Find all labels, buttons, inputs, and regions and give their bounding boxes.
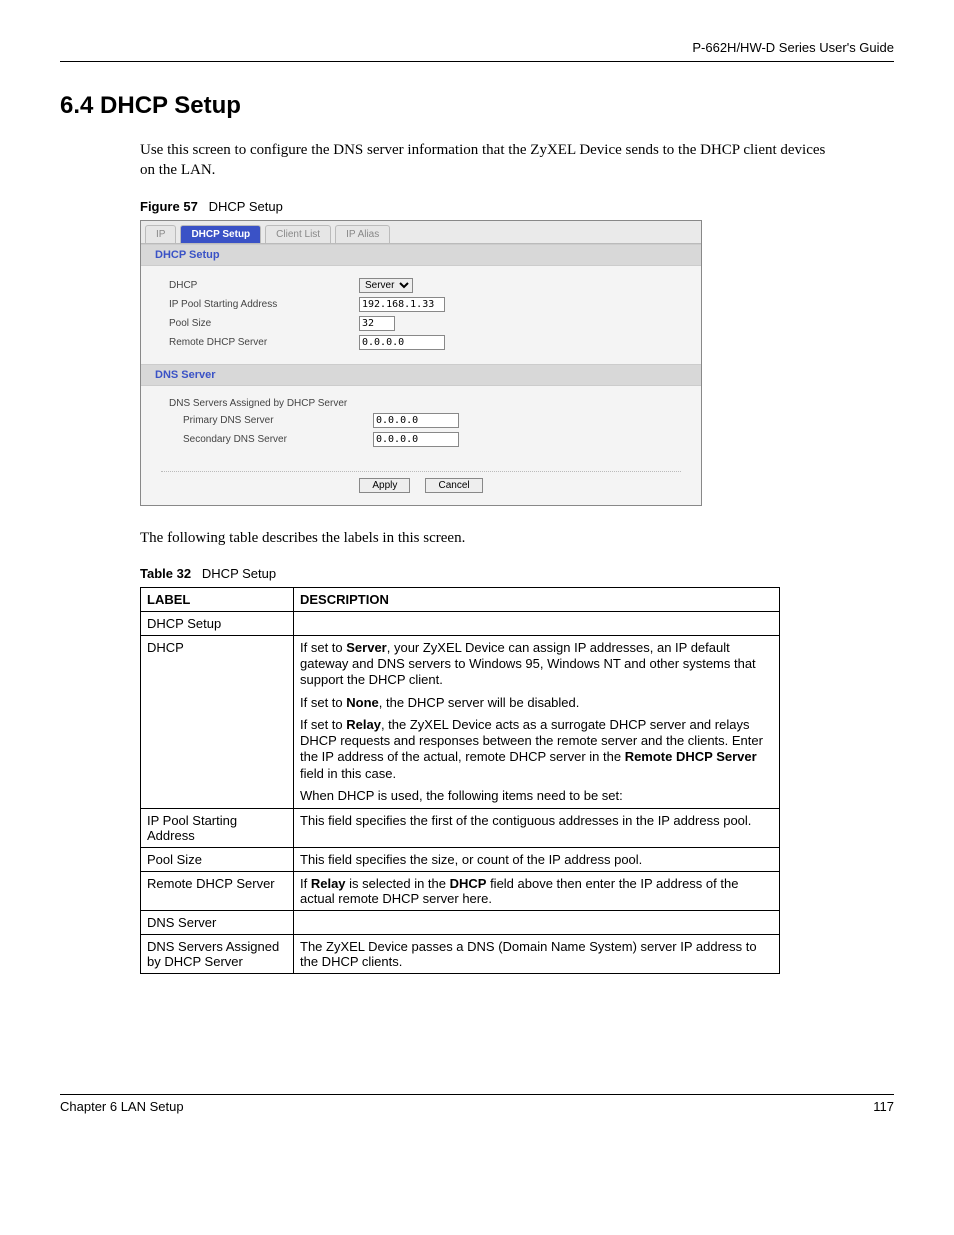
table-caption: Table 32 DHCP Setup	[140, 566, 894, 581]
table-row: IP Pool Starting Address This field spec…	[141, 809, 780, 848]
ip-pool-start-label: IP Pool Starting Address	[169, 299, 359, 310]
section-bar-dns-server: DNS Server	[141, 364, 701, 386]
table-row: Remote DHCP Server If Relay is selected …	[141, 872, 780, 911]
footer-page-number: 117	[873, 1099, 894, 1114]
dhcp-setup-screenshot: IP DHCP Setup Client List IP Alias DHCP …	[140, 220, 702, 506]
tab-dhcp-setup[interactable]: DHCP Setup	[180, 225, 261, 243]
after-figure-paragraph: The following table describes the labels…	[140, 528, 834, 548]
cell-label: DHCP Setup	[141, 611, 294, 635]
figure-label: Figure 57	[140, 199, 198, 214]
figure-title: DHCP Setup	[209, 199, 283, 214]
tab-ip-alias[interactable]: IP Alias	[335, 225, 390, 243]
cell-desc: The ZyXEL Device passes a DNS (Domain Na…	[294, 935, 780, 974]
cell-label: DNS Servers Assigned by DHCP Server	[141, 935, 294, 974]
section-bar-dhcp-setup: DHCP Setup	[141, 244, 701, 266]
remote-dhcp-input[interactable]	[359, 335, 445, 350]
table-row: DNS Servers Assigned by DHCP Server The …	[141, 935, 780, 974]
secondary-dns-label: Secondary DNS Server	[169, 434, 373, 445]
cell-desc: This field specifies the size, or count …	[294, 848, 780, 872]
secondary-dns-input[interactable]	[373, 432, 459, 447]
primary-dns-input[interactable]	[373, 413, 459, 428]
th-label: LABEL	[141, 587, 294, 611]
table-title: DHCP Setup	[202, 566, 276, 581]
dhcp-label: DHCP	[169, 280, 359, 291]
table-row: DHCP If set to Server, your ZyXEL Device…	[141, 635, 780, 808]
remote-dhcp-label: Remote DHCP Server	[169, 337, 359, 348]
pool-size-label: Pool Size	[169, 318, 359, 329]
dns-server-form: DNS Servers Assigned by DHCP Server Prim…	[141, 386, 701, 461]
cell-desc	[294, 911, 780, 935]
ip-pool-start-input[interactable]	[359, 297, 445, 312]
primary-dns-label: Primary DNS Server	[169, 415, 373, 426]
pool-size-input[interactable]	[359, 316, 395, 331]
footer-chapter: Chapter 6 LAN Setup	[60, 1099, 184, 1114]
cell-label: Pool Size	[141, 848, 294, 872]
cell-label: Remote DHCP Server	[141, 872, 294, 911]
dhcp-select[interactable]: Server	[359, 278, 413, 293]
table-row: DNS Server	[141, 911, 780, 935]
guide-title: P-662H/HW-D Series User's Guide	[60, 40, 894, 55]
tab-client-list[interactable]: Client List	[265, 225, 331, 243]
cancel-button[interactable]: Cancel	[425, 478, 482, 493]
dns-assigned-label: DNS Servers Assigned by DHCP Server	[169, 398, 347, 409]
cell-label: DNS Server	[141, 911, 294, 935]
dhcp-setup-form: DHCP Server IP Pool Starting Address Poo…	[141, 266, 701, 364]
section-heading: 6.4 DHCP Setup	[60, 92, 894, 120]
cell-desc: If Relay is selected in the DHCP field a…	[294, 872, 780, 911]
table-row: Pool Size This field specifies the size,…	[141, 848, 780, 872]
table-row: DHCP Setup	[141, 611, 780, 635]
button-row: Apply Cancel	[161, 471, 681, 505]
figure-caption: Figure 57 DHCP Setup	[140, 199, 894, 214]
description-table: LABEL DESCRIPTION DHCP Setup DHCP If set…	[140, 587, 780, 974]
intro-paragraph: Use this screen to configure the DNS ser…	[140, 140, 834, 181]
table-label: Table 32	[140, 566, 191, 581]
cell-label: IP Pool Starting Address	[141, 809, 294, 848]
cell-desc: This field specifies the first of the co…	[294, 809, 780, 848]
page-footer: Chapter 6 LAN Setup 117	[60, 1094, 894, 1114]
tab-bar: IP DHCP Setup Client List IP Alias	[141, 221, 701, 244]
tab-ip[interactable]: IP	[145, 225, 176, 243]
cell-label: DHCP	[141, 635, 294, 808]
cell-desc	[294, 611, 780, 635]
cell-desc: If set to Server, your ZyXEL Device can …	[294, 635, 780, 808]
apply-button[interactable]: Apply	[359, 478, 410, 493]
th-description: DESCRIPTION	[294, 587, 780, 611]
header-rule	[60, 61, 894, 62]
